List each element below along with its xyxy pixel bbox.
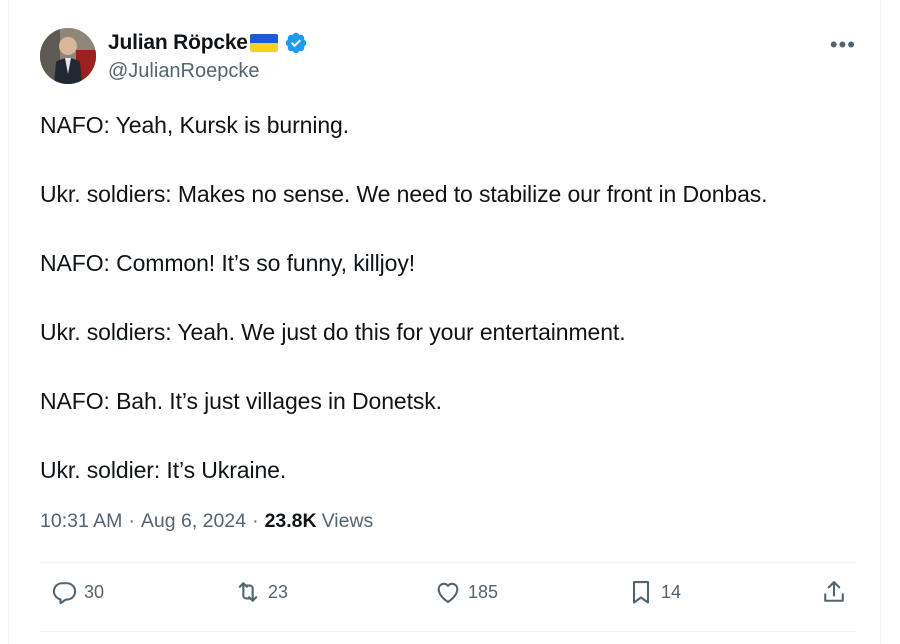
heart-icon: [437, 582, 459, 603]
meta-separator: ·: [252, 510, 259, 532]
share-icon: [824, 581, 844, 602]
bookmark-icon: [632, 581, 650, 604]
bookmark-button[interactable]: 14: [627, 578, 681, 606]
action-bar: 30 23 185 14: [40, 578, 856, 618]
avatar[interactable]: [40, 28, 96, 84]
avatar-photo: [40, 28, 96, 84]
verified-badge-icon[interactable]: [284, 31, 308, 55]
meta-separator: ·: [128, 510, 135, 532]
repost-icon: [238, 582, 258, 602]
frame-border-left: [8, 0, 9, 644]
reply-button[interactable]: 30: [50, 578, 104, 606]
like-button[interactable]: 185: [434, 578, 498, 606]
more-options-icon[interactable]: •••: [830, 32, 856, 58]
tweet-header: Julian Röpcke @JulianRoepcke •••: [40, 26, 860, 86]
tweet-line: Ukr. soldier: It’s Ukraine.: [40, 457, 287, 483]
author-handle[interactable]: @JulianRoepcke: [108, 60, 308, 83]
reply-icon: [52, 582, 77, 605]
views-label: Views: [321, 510, 374, 532]
tweet-line: Ukr. soldiers: Yeah. We just do this for…: [40, 319, 626, 345]
ukraine-flag-icon: [249, 34, 278, 52]
reply-count: 30: [84, 581, 105, 602]
author-info: Julian Röpcke @JulianRoepcke: [108, 30, 308, 83]
tweet-date[interactable]: Aug 6, 2024: [141, 510, 246, 533]
tweet-line: Ukr. soldiers: Makes no sense. We need t…: [40, 181, 768, 207]
divider: [40, 562, 856, 563]
tweet-time[interactable]: 10:31 AM: [40, 510, 122, 533]
tweet-meta: 10:31 AM · Aug 6, 2024 · 23.8K Views: [40, 510, 373, 533]
bookmark-count: 14: [661, 581, 682, 602]
tweet-text: NAFO: Yeah, Kursk is burning. Ukr. soldi…: [40, 110, 860, 524]
author-name[interactable]: Julian Röpcke: [108, 31, 248, 55]
frame-border-right: [880, 0, 881, 644]
like-count: 185: [468, 581, 499, 602]
repost-button[interactable]: 23: [234, 578, 288, 606]
share-button[interactable]: [820, 578, 848, 606]
name-row: Julian Röpcke: [108, 30, 308, 56]
tweet-line: NAFO: Common! It’s so funny, killjoy!: [40, 250, 416, 276]
tweet-line: NAFO: Bah. It’s just villages in Donetsk…: [40, 388, 442, 414]
tweet-line: NAFO: Yeah, Kursk is burning.: [40, 112, 350, 138]
divider: [40, 631, 856, 632]
repost-count: 23: [268, 581, 289, 602]
views-count[interactable]: 23.8K: [265, 510, 317, 533]
